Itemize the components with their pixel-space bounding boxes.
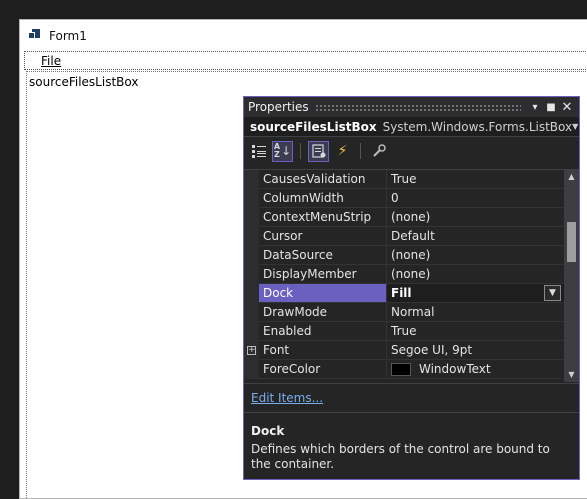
property-value-text: Fill <box>391 286 412 300</box>
maximize-icon[interactable]: ■ <box>543 102 559 113</box>
property-value-text: Default <box>391 229 435 243</box>
events-icon[interactable]: ⚡ <box>332 141 353 162</box>
property-row[interactable]: ForeColor WindowText <box>244 360 564 379</box>
property-name[interactable]: Font <box>259 341 387 360</box>
form-titlebar[interactable]: Form1 <box>20 20 587 51</box>
description-pane: Dock Defines which borders of the contro… <box>244 414 579 482</box>
scroll-thumb[interactable] <box>567 222 576 262</box>
property-value[interactable]: Fill ▼ <box>387 284 564 303</box>
row-gutter <box>244 303 259 322</box>
property-value-text: True <box>391 324 417 338</box>
row-gutter <box>244 284 259 303</box>
toolbar-separator <box>360 143 361 159</box>
properties-titlebar[interactable]: Properties ▾ ■ ✕ <box>244 97 579 117</box>
form-icon <box>29 29 42 42</box>
property-name[interactable]: CausesValidation <box>259 170 387 189</box>
properties-title: Properties <box>248 100 309 114</box>
expand-icon[interactable]: + <box>247 346 256 355</box>
form-menustrip[interactable]: File <box>24 51 587 70</box>
property-name[interactable]: Dock <box>259 284 387 303</box>
property-grid[interactable]: CausesValidation True ColumnWidth 0 ContextM… <box>244 169 579 382</box>
property-row[interactable]: Cursor Default <box>244 227 564 246</box>
chevron-down-icon[interactable]: ▼ <box>544 285 561 301</box>
property-row[interactable]: ContextMenuStrip (none) <box>244 208 564 227</box>
property-value[interactable]: True <box>387 170 564 189</box>
property-value[interactable]: WindowText <box>387 360 564 379</box>
property-row[interactable]: DrawMode Normal <box>244 303 564 322</box>
property-value[interactable]: (none) <box>387 265 564 284</box>
property-name[interactable]: DrawMode <box>259 303 387 322</box>
properties-icon[interactable] <box>308 140 329 162</box>
property-value-text: (none) <box>391 248 431 262</box>
property-name[interactable]: Cursor <box>259 227 387 246</box>
property-value-text: (none) <box>391 210 431 224</box>
property-value-text: True <box>391 172 417 186</box>
row-gutter <box>244 322 259 341</box>
categorized-icon[interactable] <box>248 141 269 162</box>
scroll-down-icon[interactable]: ▼ <box>564 368 579 382</box>
row-gutter <box>244 189 259 208</box>
alphabetical-icon[interactable]: A Z ↓ <box>272 140 293 162</box>
color-swatch <box>391 362 411 376</box>
property-value-text: (none) <box>391 267 431 281</box>
chevron-down-icon[interactable]: ▾ <box>527 102 543 113</box>
form-title: Form1 <box>49 28 87 43</box>
row-gutter <box>244 208 259 227</box>
property-value[interactable]: True <box>387 322 564 341</box>
property-row[interactable]: ColumnWidth 0 <box>244 189 564 208</box>
row-gutter <box>244 246 259 265</box>
property-rows: CausesValidation True ColumnWidth 0 ContextM… <box>244 170 564 379</box>
menu-file-label: File <box>41 53 62 68</box>
object-name: sourceFilesListBox <box>250 119 377 134</box>
property-name[interactable]: ContextMenuStrip <box>259 208 387 227</box>
property-value-text: WindowText <box>419 362 491 376</box>
property-name[interactable]: ColumnWidth <box>259 189 387 208</box>
property-row[interactable]: Dock Fill ▼ <box>244 284 564 303</box>
property-row[interactable]: DisplayMember (none) <box>244 265 564 284</box>
vertical-scrollbar[interactable]: ▲ ▼ <box>564 170 579 382</box>
property-row[interactable]: + Font Segoe UI, 9pt <box>244 341 564 360</box>
listbox-name-label: sourceFilesListBox <box>29 75 139 89</box>
edit-items-link[interactable]: Edit Items... <box>251 391 323 405</box>
property-value-text: Normal <box>391 305 435 319</box>
property-name[interactable]: DataSource <box>259 246 387 265</box>
property-value[interactable]: 0 <box>387 189 564 208</box>
chevron-down-icon[interactable]: ▼ <box>572 122 578 131</box>
scroll-up-icon[interactable]: ▲ <box>564 170 579 184</box>
property-row[interactable]: DataSource (none) <box>244 246 564 265</box>
toolbar-separator <box>300 143 301 159</box>
properties-window[interactable]: Properties ▾ ■ ✕ sourceFilesListBox Syst… <box>243 96 580 480</box>
property-row[interactable]: CausesValidation True <box>244 170 564 189</box>
menu-file[interactable]: File <box>41 54 61 68</box>
property-value-text: Segoe UI, 9pt <box>391 343 473 357</box>
property-value[interactable]: (none) <box>387 208 564 227</box>
description-text: Defines which borders of the control are… <box>251 442 550 471</box>
row-gutter <box>244 265 259 284</box>
property-value[interactable]: (none) <box>387 246 564 265</box>
row-gutter: + <box>244 341 259 360</box>
property-pages-icon[interactable] <box>368 141 389 162</box>
commands-pane: Edit Items... <box>244 383 579 413</box>
property-value[interactable]: Default <box>387 227 564 246</box>
object-type: System.Windows.Forms.ListBox <box>382 119 573 134</box>
property-name[interactable]: DisplayMember <box>259 265 387 284</box>
property-value-text: 0 <box>391 191 399 205</box>
row-gutter <box>244 227 259 246</box>
property-name[interactable]: ForeColor <box>259 360 387 379</box>
row-gutter <box>244 170 259 189</box>
property-row[interactable]: Enabled True <box>244 322 564 341</box>
property-name[interactable]: Enabled <box>259 322 387 341</box>
object-selector[interactable]: sourceFilesListBox System.Windows.Forms.… <box>244 117 579 137</box>
description-title: Dock <box>251 424 285 438</box>
close-icon[interactable]: ✕ <box>559 100 575 115</box>
property-value[interactable]: Normal <box>387 303 564 322</box>
row-gutter <box>244 360 259 379</box>
properties-toolbar: A Z ↓ ⚡ <box>244 137 579 165</box>
property-value[interactable]: Segoe UI, 9pt <box>387 341 564 360</box>
drag-grip[interactable] <box>314 103 521 111</box>
